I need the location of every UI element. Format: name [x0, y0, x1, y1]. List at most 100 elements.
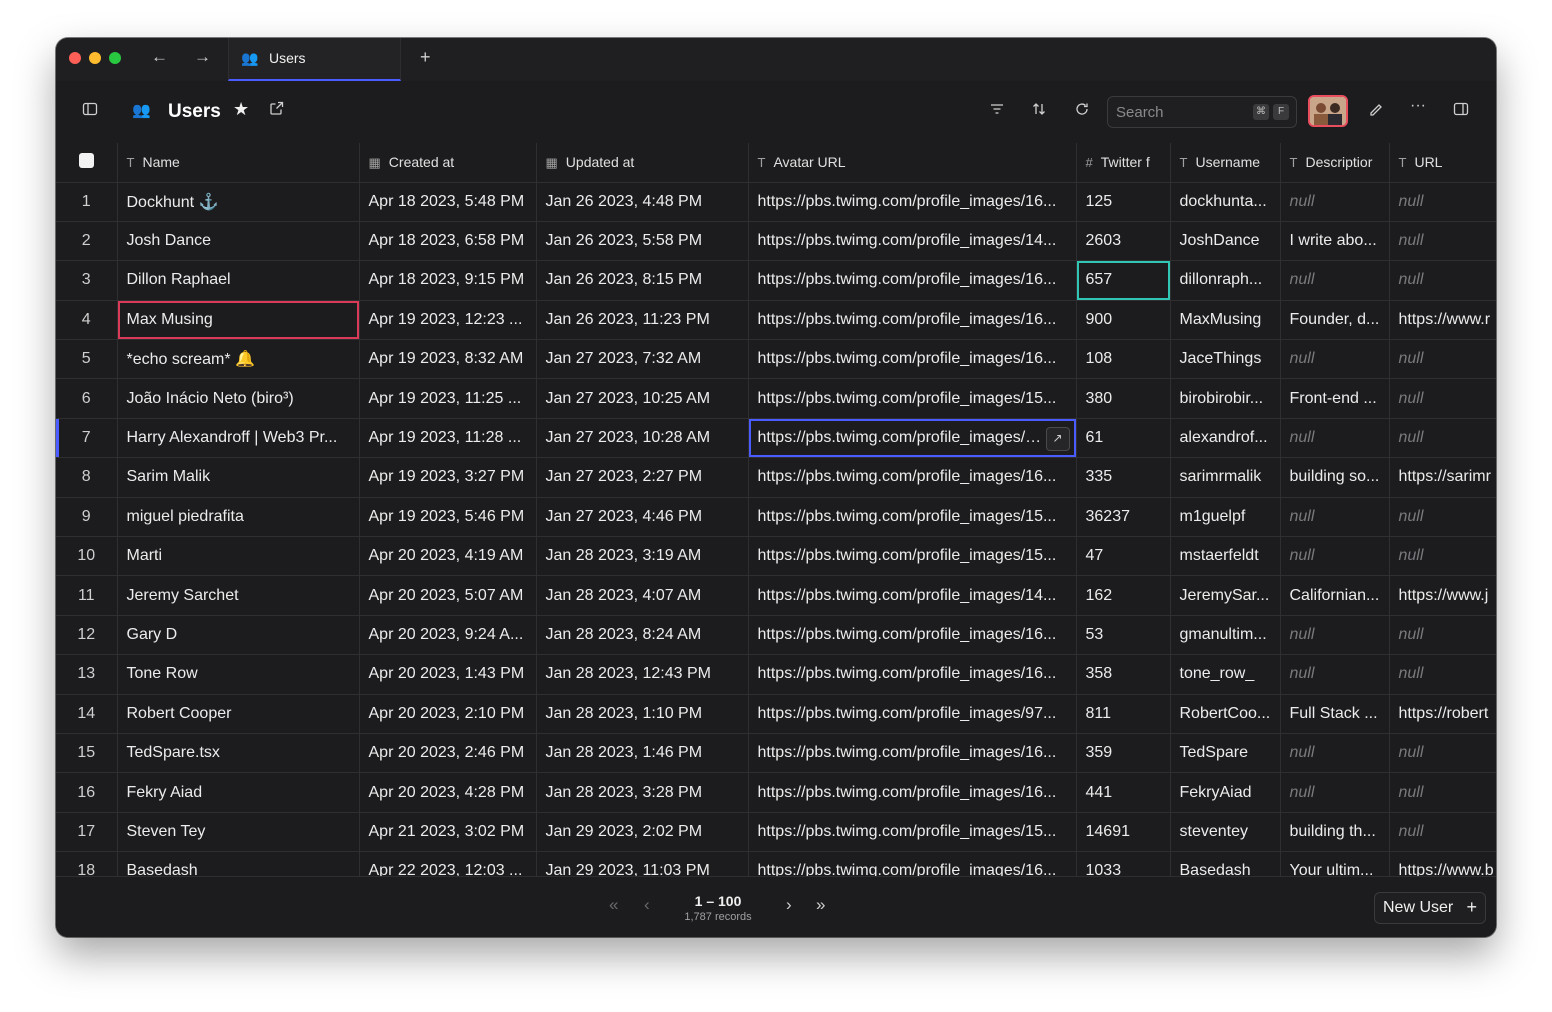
- cell-username[interactable]: MaxMusing: [1170, 300, 1281, 341]
- filter-icon[interactable]: [989, 101, 1005, 122]
- cell-description[interactable]: null: [1280, 260, 1390, 301]
- star-icon[interactable]: ★: [233, 99, 249, 120]
- cell-url[interactable]: null: [1389, 654, 1496, 695]
- cell-updated-at[interactable]: Jan 27 2023, 7:32 AM: [536, 339, 749, 380]
- row-number[interactable]: 9: [56, 497, 118, 538]
- cell-created-at[interactable]: Apr 20 2023, 2:10 PM: [359, 694, 537, 734]
- refresh-icon[interactable]: [1074, 101, 1090, 122]
- cell-url[interactable]: null: [1389, 772, 1496, 813]
- cell-created-at[interactable]: Apr 20 2023, 1:43 PM: [359, 654, 537, 695]
- cell-description[interactable]: null: [1280, 733, 1390, 774]
- cell-avatar-url[interactable]: https://pbs.twimg.com/profile_images/16.…: [748, 260, 1077, 301]
- cell-twitter-followers[interactable]: 36237: [1076, 497, 1171, 538]
- cell-created-at[interactable]: Apr 19 2023, 3:27 PM: [359, 457, 537, 498]
- cell-twitter-followers[interactable]: 14691: [1076, 812, 1171, 853]
- table-row[interactable]: 8 Sarim Malik Apr 19 2023, 3:27 PM Jan 27 2…: [56, 457, 1496, 498]
- table-row[interactable]: 17 Steven Tey Apr 21 2023, 3:02 PM Jan 29 2…: [56, 812, 1496, 853]
- cell-username[interactable]: JaceThings: [1170, 339, 1281, 380]
- cell-url[interactable]: null: [1389, 221, 1496, 262]
- table-row[interactable]: 9 miguel piedrafita Apr 19 2023, 5:46 PM Ja…: [56, 497, 1496, 538]
- cell-created-at[interactable]: Apr 20 2023, 4:28 PM: [359, 772, 537, 813]
- row-number[interactable]: 8: [56, 457, 118, 498]
- sidebar-toggle-icon[interactable]: [82, 101, 98, 122]
- cell-name[interactable]: Sarim Malik: [117, 457, 360, 498]
- cell-description[interactable]: Californian...: [1280, 575, 1390, 616]
- cell-updated-at[interactable]: Jan 27 2023, 10:25 AM: [536, 378, 749, 419]
- cell-description[interactable]: null: [1280, 497, 1390, 538]
- table-row[interactable]: 16 Fekry Aiad Apr 20 2023, 4:28 PM Jan 28 2…: [56, 772, 1496, 813]
- row-number[interactable]: 1: [56, 182, 118, 222]
- cell-avatar-url[interactable]: https://pbs.twimg.com/profile_images/16.…: [748, 300, 1077, 341]
- cell-name[interactable]: Basedash: [117, 851, 360, 876]
- cell-twitter-followers[interactable]: 125: [1076, 182, 1171, 222]
- column-header-name[interactable]: T Name: [117, 143, 360, 183]
- cell-updated-at[interactable]: Jan 28 2023, 3:19 AM: [536, 536, 749, 577]
- first-page-icon[interactable]: «: [609, 895, 618, 915]
- cell-updated-at[interactable]: Jan 27 2023, 10:28 AM: [536, 418, 749, 459]
- cell-username[interactable]: steventey: [1170, 812, 1281, 853]
- cell-twitter-followers[interactable]: 108: [1076, 339, 1171, 380]
- cell-url[interactable]: null: [1389, 339, 1496, 380]
- cell-created-at[interactable]: Apr 20 2023, 5:07 AM: [359, 575, 537, 616]
- cell-username[interactable]: Basedash: [1170, 851, 1281, 876]
- cell-url[interactable]: null: [1389, 378, 1496, 419]
- cell-username[interactable]: dockhunta...: [1170, 182, 1281, 222]
- tab-users[interactable]: 👥 Users: [228, 38, 401, 81]
- cell-description[interactable]: Full Stack ...: [1280, 694, 1390, 734]
- select-all-checkbox[interactable]: [78, 153, 94, 169]
- column-header-url[interactable]: T URL: [1389, 143, 1496, 183]
- cell-username[interactable]: RobertCoo...: [1170, 694, 1281, 734]
- cell-updated-at[interactable]: Jan 29 2023, 11:03 PM: [536, 851, 749, 876]
- cell-name[interactable]: Steven Tey: [117, 812, 360, 853]
- cell-description[interactable]: Front-end ...: [1280, 378, 1390, 419]
- table-row[interactable]: 15 TedSpare.tsx Apr 20 2023, 2:46 PM Jan 28…: [56, 733, 1496, 774]
- right-panel-toggle-icon[interactable]: [1453, 101, 1469, 122]
- cell-username[interactable]: dillonraph...: [1170, 260, 1281, 301]
- cell-avatar-url[interactable]: https://pbs.twimg.com/profile_images/16.…: [748, 339, 1077, 380]
- cell-description[interactable]: null: [1280, 339, 1390, 380]
- row-number[interactable]: 15: [56, 733, 118, 774]
- cell-avatar-url[interactable]: https://pbs.twimg.com/profile_images/16.…: [748, 851, 1077, 876]
- cell-created-at[interactable]: Apr 19 2023, 5:46 PM: [359, 497, 537, 538]
- cell-updated-at[interactable]: Jan 28 2023, 8:24 AM: [536, 615, 749, 656]
- cell-avatar-url[interactable]: https://pbs.twimg.com/profile_images/1€ ↗: [748, 418, 1077, 459]
- cell-twitter-followers[interactable]: 441: [1076, 772, 1171, 813]
- cell-updated-at[interactable]: Jan 28 2023, 4:07 AM: [536, 575, 749, 616]
- row-number[interactable]: 18: [56, 851, 118, 876]
- cell-description[interactable]: building th...: [1280, 812, 1390, 853]
- column-header-description[interactable]: T Descriptior: [1280, 143, 1390, 183]
- sort-icon[interactable]: [1031, 101, 1047, 122]
- cell-twitter-followers[interactable]: 900: [1076, 300, 1171, 341]
- minimize-window-button[interactable]: [89, 52, 101, 64]
- cell-twitter-followers[interactable]: 335: [1076, 457, 1171, 498]
- row-number[interactable]: 17: [56, 812, 118, 853]
- table-row[interactable]: 3 Dillon Raphael Apr 18 2023, 9:15 PM Jan 2…: [56, 260, 1496, 301]
- table-row[interactable]: 4 Max Musing Apr 19 2023, 12:23 ... Jan 26 …: [56, 300, 1496, 341]
- cell-name[interactable]: Robert Cooper: [117, 694, 360, 734]
- column-header-username[interactable]: T Username: [1170, 143, 1281, 183]
- cell-url[interactable]: null: [1389, 812, 1496, 853]
- table-row[interactable]: 11 Jeremy Sarchet Apr 20 2023, 5:07 AM Jan …: [56, 575, 1496, 616]
- column-header-twitter-followers[interactable]: # Twitter f: [1076, 143, 1171, 183]
- column-header-avatar-url[interactable]: T Avatar URL: [748, 143, 1077, 183]
- cell-description[interactable]: null: [1280, 654, 1390, 695]
- cell-updated-at[interactable]: Jan 27 2023, 4:46 PM: [536, 497, 749, 538]
- row-number[interactable]: 12: [56, 615, 118, 656]
- cell-avatar-url[interactable]: https://pbs.twimg.com/profile_images/15.…: [748, 378, 1077, 419]
- cell-url[interactable]: null: [1389, 615, 1496, 656]
- cell-created-at[interactable]: Apr 19 2023, 11:28 ...: [359, 418, 537, 459]
- cell-name[interactable]: Gary D: [117, 615, 360, 656]
- zoom-window-button[interactable]: [109, 52, 121, 64]
- table-row[interactable]: 13 Tone Row Apr 20 2023, 1:43 PM Jan 28 202…: [56, 654, 1496, 695]
- cell-created-at[interactable]: Apr 18 2023, 6:58 PM: [359, 221, 537, 262]
- table-row[interactable]: 5 *echo scream* 🔔 Apr 19 2023, 8:32 AM Jan …: [56, 339, 1496, 380]
- cell-avatar-url[interactable]: https://pbs.twimg.com/profile_images/16.…: [748, 615, 1077, 656]
- cell-updated-at[interactable]: Jan 28 2023, 1:46 PM: [536, 733, 749, 774]
- cell-url[interactable]: null: [1389, 418, 1496, 459]
- cell-name[interactable]: Tone Row: [117, 654, 360, 695]
- row-number[interactable]: 13: [56, 654, 118, 695]
- cell-url[interactable]: https://www.j: [1389, 575, 1496, 616]
- column-header-created-at[interactable]: ▦ Created at: [359, 143, 537, 183]
- cell-created-at[interactable]: Apr 21 2023, 3:02 PM: [359, 812, 537, 853]
- brush-icon[interactable]: [1368, 100, 1384, 121]
